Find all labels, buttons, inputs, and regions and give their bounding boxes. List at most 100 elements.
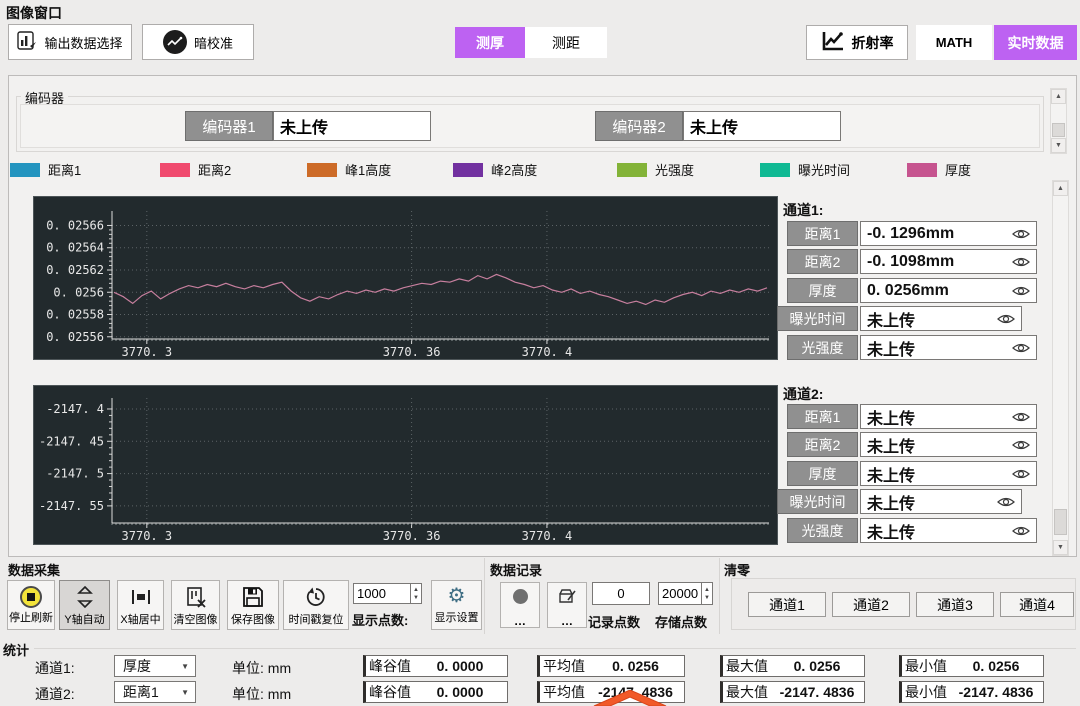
legend-item: 厚度 <box>907 160 971 179</box>
scrollbar-thumb[interactable] <box>1052 123 1065 137</box>
display-points-field: ▲▼ <box>353 583 422 604</box>
stats-mean-box: 平均值 0. 0256 <box>537 655 685 677</box>
legend-swatch-thickness <box>907 162 937 177</box>
scroll-down-icon[interactable]: ▼ <box>1051 138 1066 153</box>
channel1-thickness-chip[interactable]: 厚度 <box>787 278 858 303</box>
distance-chart[interactable]: -2147. 4 -2147. 45 -2147. 5 -2147. 55 3770. … <box>33 385 778 545</box>
store-points-field: ▲▼ <box>658 582 713 605</box>
stats-peak-valley-box: 峰谷值 0. 0000 <box>363 655 508 677</box>
eye-icon[interactable] <box>997 496 1015 508</box>
measure-distance-tab[interactable]: 测距 <box>525 27 607 58</box>
eye-icon[interactable] <box>1012 468 1030 480</box>
encoder2-value-input[interactable] <box>683 111 841 141</box>
eye-icon[interactable] <box>1012 256 1030 268</box>
eye-icon[interactable] <box>1012 285 1030 297</box>
svg-text:0. 02566: 0. 02566 <box>46 218 104 232</box>
store-points-spinner[interactable]: ▲ ▼ <box>702 582 713 605</box>
output-data-icon <box>17 30 37 54</box>
display-settings-button[interactable]: ⚙ 显示设置 <box>431 580 482 630</box>
thickness-chart[interactable]: 0. 02566 0. 02564 0. 02562 0. 0256 0. 02558 0… <box>33 196 778 360</box>
clear-image-button[interactable]: 清空图像 <box>171 580 220 630</box>
timestamp-reset-icon <box>305 586 327 611</box>
record-export-button[interactable]: … <box>547 582 587 628</box>
clear-channel4-button[interactable]: 通道4 <box>1000 592 1074 617</box>
output-data-select-button[interactable]: 输出数据选择 <box>8 24 132 60</box>
app-window: { "colors": { "accent": "#bd62f2", "char… <box>0 0 1080 706</box>
eye-icon[interactable] <box>1012 411 1030 423</box>
measure-thickness-tab[interactable]: 测厚 <box>455 27 525 58</box>
legend-item: 光强度 <box>617 160 694 179</box>
svg-text:0. 02564: 0. 02564 <box>46 241 104 255</box>
realtime-data-button[interactable]: 实时数据 <box>994 25 1077 60</box>
channel2-thickness-chip[interactable]: 厚度 <box>787 461 858 486</box>
legend-swatch-distance1 <box>10 162 40 177</box>
stats-max-box: 最大值 0. 0256 <box>720 655 865 677</box>
channel2-intensity-value: 未上传 <box>860 518 1037 543</box>
legend-item: 峰1高度 <box>307 160 391 179</box>
refractive-index-button[interactable]: 折射率 <box>806 25 908 60</box>
spin-down-icon[interactable]: ▼ <box>702 594 712 602</box>
stats-channel1-type-dropdown[interactable]: 厚度 ▼ <box>114 655 196 677</box>
svg-text:-2147. 5: -2147. 5 <box>46 467 104 481</box>
record-icon <box>512 589 528 604</box>
channel1-distance2-chip[interactable]: 距离2 <box>787 249 858 274</box>
legend-swatch-intensity <box>617 162 647 177</box>
eye-icon[interactable] <box>1012 525 1030 537</box>
record-export-icon <box>557 588 577 607</box>
eye-icon[interactable] <box>1012 342 1030 354</box>
channel1-exposure-chip[interactable]: 曝光时间 <box>777 306 858 331</box>
x-axis-center-button[interactable]: X轴居中 <box>117 580 164 630</box>
svg-text:0. 02562: 0. 02562 <box>46 263 104 277</box>
svg-text:3770. 3: 3770. 3 <box>122 529 173 543</box>
channel2-intensity-chip[interactable]: 光强度 <box>787 518 858 543</box>
acquisition-group-label: 数据采集 <box>8 563 61 578</box>
channel1-intensity-chip[interactable]: 光强度 <box>787 335 858 360</box>
channel-row: 厚度 未上传 <box>787 461 1037 486</box>
math-button[interactable]: MATH <box>916 25 992 60</box>
spin-up-icon[interactable]: ▲ <box>702 586 712 594</box>
scroll-up-icon[interactable]: ▲ <box>1051 89 1066 104</box>
store-points-input[interactable] <box>658 582 702 605</box>
spin-down-icon[interactable]: ▼ <box>411 594 421 602</box>
refractive-index-icon <box>821 30 845 55</box>
channel-row: 距离2 -0. 1098mm <box>787 249 1037 274</box>
clear-channel3-button[interactable]: 通道3 <box>916 592 994 617</box>
clear-channel1-button[interactable]: 通道1 <box>748 592 826 617</box>
dark-calibration-icon <box>162 30 187 54</box>
eye-icon[interactable] <box>997 313 1015 325</box>
main-scrollbar[interactable]: ▲ ▼ <box>1052 180 1069 556</box>
legend-item: 距离2 <box>160 160 231 179</box>
clear-channel2-button[interactable]: 通道2 <box>832 592 910 617</box>
encoder-scrollbar[interactable]: ▲ ▼ <box>1050 88 1067 154</box>
channel2-exposure-chip[interactable]: 曝光时间 <box>777 489 858 514</box>
channel1-exposure-value: 未上传 <box>860 306 1022 331</box>
scroll-down-icon[interactable]: ▼ <box>1053 540 1068 555</box>
eye-icon[interactable] <box>1012 439 1030 451</box>
scrollbar-thumb[interactable] <box>1054 509 1067 535</box>
channel2-distance2-chip[interactable]: 距离2 <box>787 432 858 457</box>
stats-channel2-label: 通道2: <box>35 686 75 702</box>
channel2-distance2-value: 未上传 <box>860 432 1037 457</box>
stop-refresh-button[interactable]: 停止刷新 <box>7 580 55 630</box>
display-points-input[interactable] <box>353 583 411 604</box>
divider <box>484 558 485 634</box>
channel1-distance1-chip[interactable]: 距离1 <box>787 221 858 246</box>
record-points-input[interactable] <box>592 582 650 605</box>
orange-arrow-annotation <box>593 690 667 706</box>
timestamp-reset-button[interactable]: 时间戳复位 <box>283 580 349 630</box>
spin-up-icon[interactable]: ▲ <box>411 586 421 594</box>
channel2-distance1-chip[interactable]: 距离1 <box>787 404 858 429</box>
display-points-spinner[interactable]: ▲ ▼ <box>411 583 422 604</box>
stats-channel2-type-dropdown[interactable]: 距离1 ▼ <box>114 681 196 703</box>
save-image-button[interactable]: 保存图像 <box>227 580 279 630</box>
svg-text:3770. 36: 3770. 36 <box>383 345 441 359</box>
svg-text:3770. 3: 3770. 3 <box>122 345 173 359</box>
stats-channel2-unit: 单位: mm <box>232 686 292 702</box>
eye-icon[interactable] <box>1012 228 1030 240</box>
y-axis-auto-button[interactable]: Y轴自动 <box>59 580 110 630</box>
scroll-up-icon[interactable]: ▲ <box>1053 181 1068 196</box>
record-button[interactable]: … <box>500 582 540 628</box>
dark-calibration-button[interactable]: 暗校准 <box>142 24 254 60</box>
record-more-label: … <box>514 614 526 628</box>
encoder1-value-input[interactable] <box>273 111 431 141</box>
